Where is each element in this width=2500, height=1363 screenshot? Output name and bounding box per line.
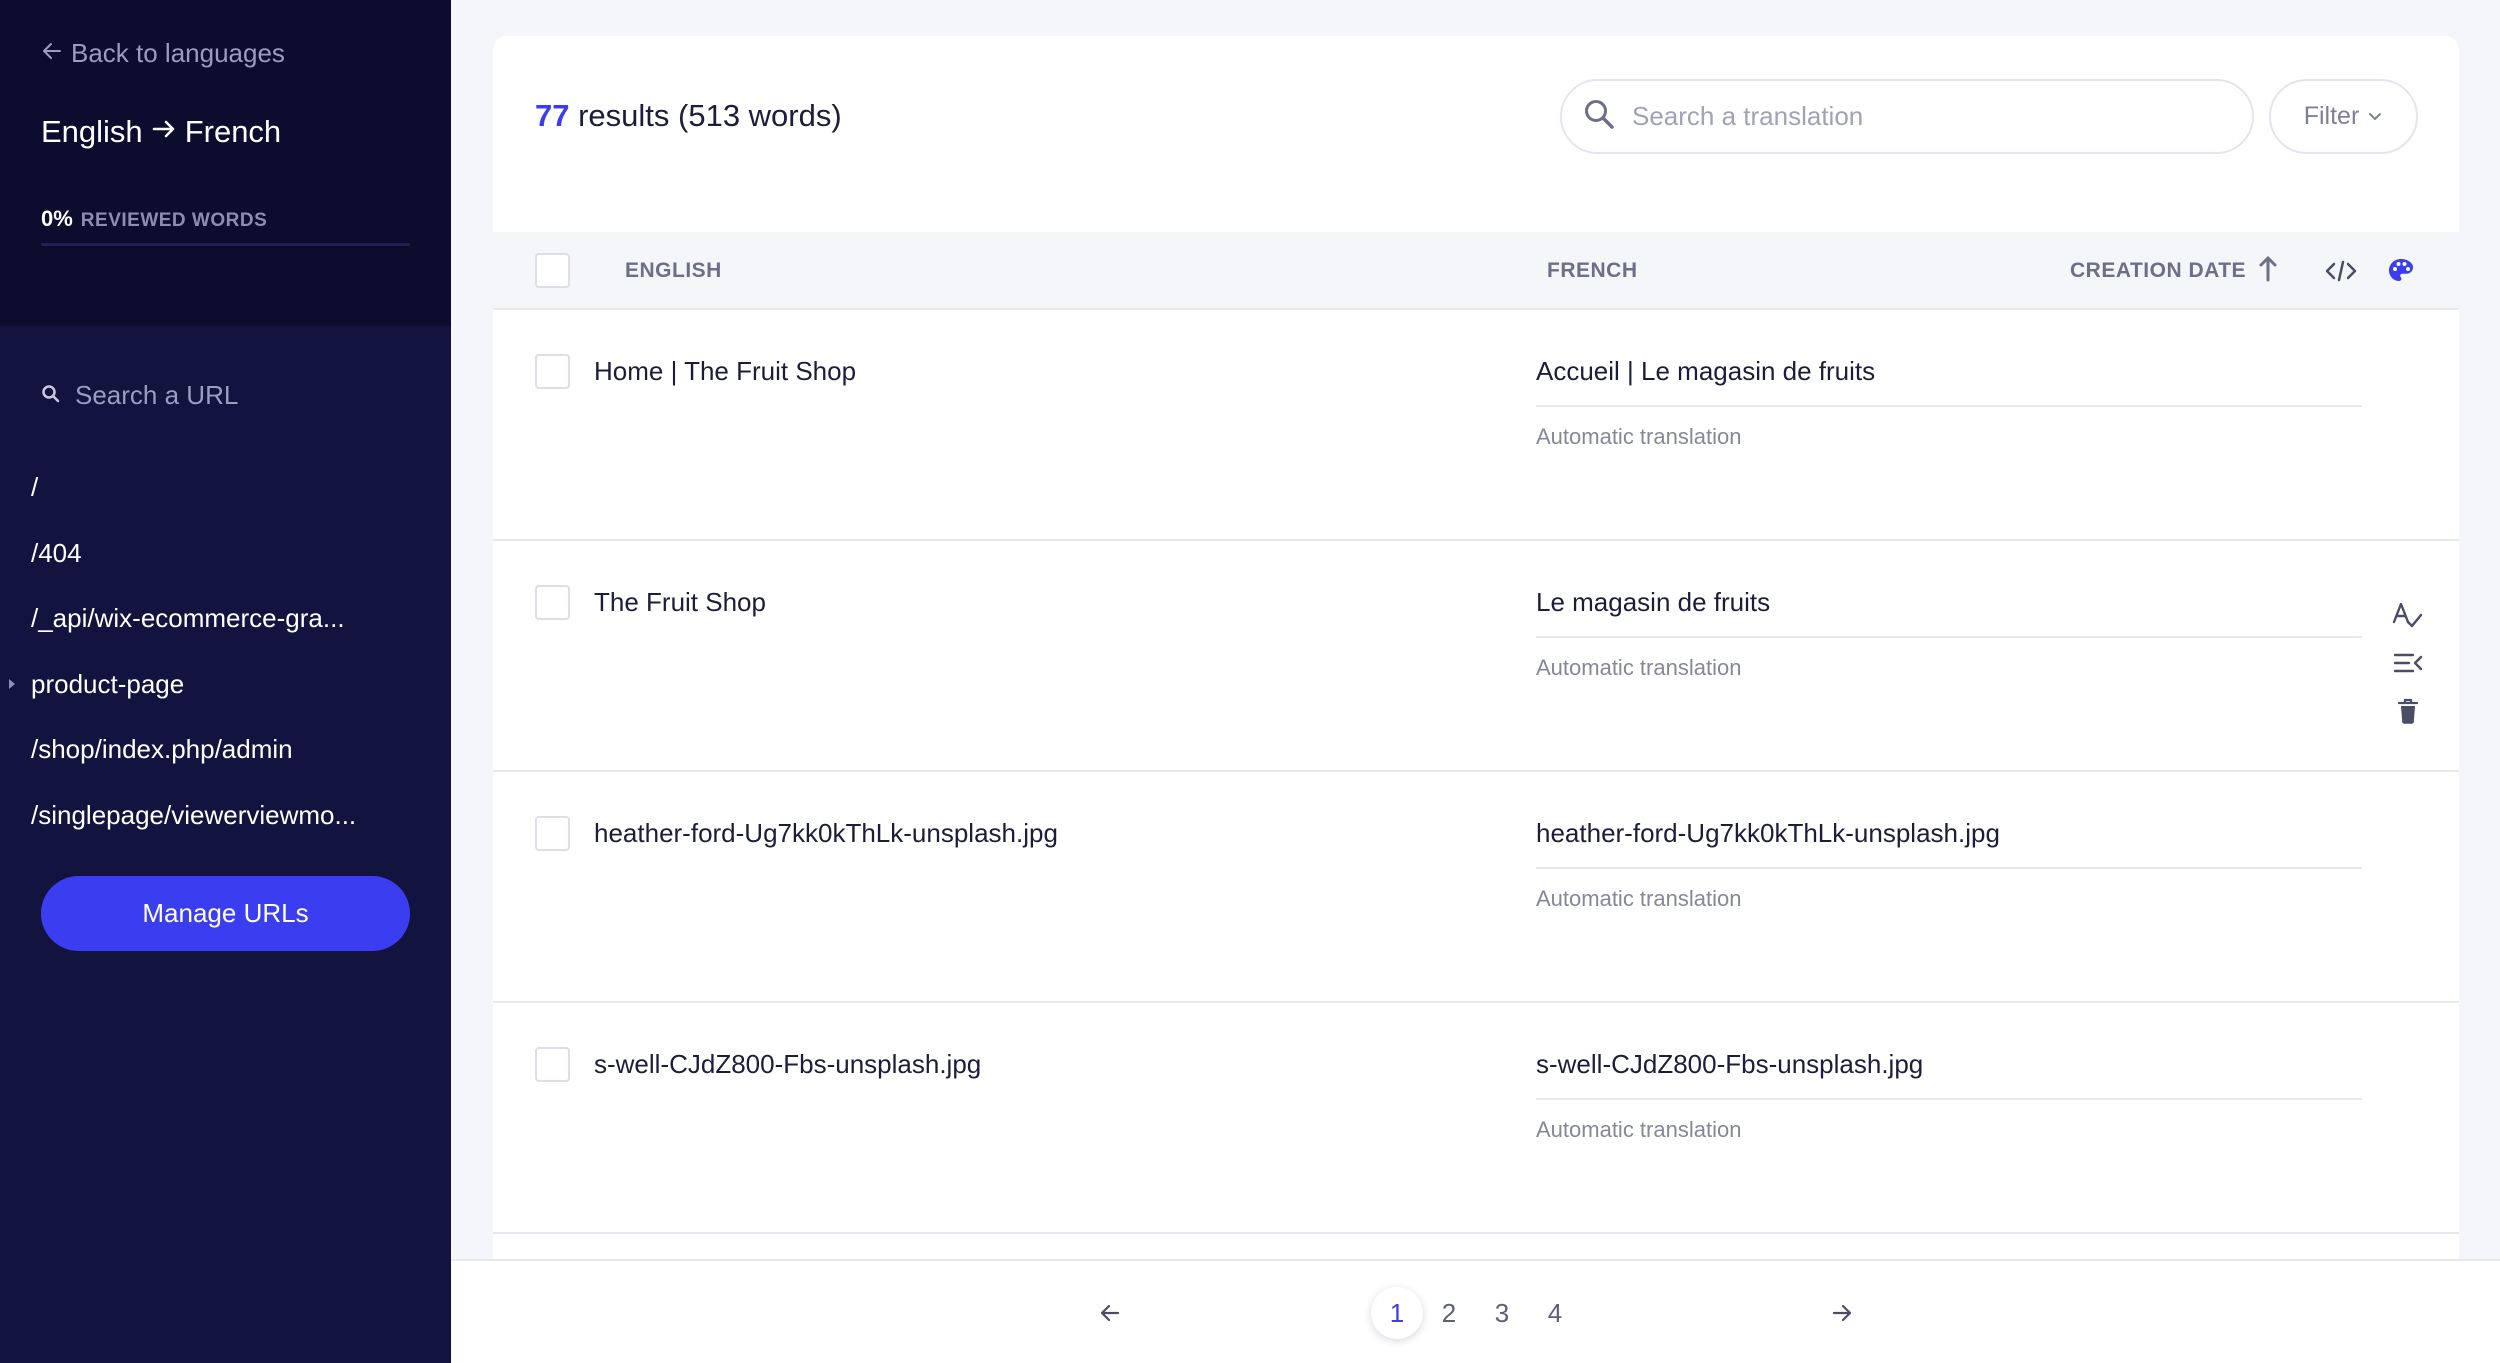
- source-text: heather-ford-Ug7kk0kThLk-unsplash.jpg: [594, 818, 1058, 848]
- caret-right-icon[interactable]: [9, 679, 15, 690]
- page-button-1[interactable]: 1: [1371, 1287, 1423, 1339]
- table-row: The Fruit Shop Le magasin de fruits Auto…: [493, 541, 2459, 772]
- translation-field[interactable]: Le magasin de fruits: [1536, 587, 2362, 638]
- url-label: /singlepage/viewerviewmo...: [31, 799, 357, 830]
- results-text: results (513 words): [569, 98, 842, 133]
- filter-button[interactable]: Filter: [2269, 79, 2418, 154]
- row-checkbox[interactable]: [535, 585, 570, 620]
- translation-field[interactable]: heather-ford-Ug7kk0kThLk-unsplash.jpg: [1536, 818, 2362, 869]
- chevron-down-icon: [2359, 102, 2383, 131]
- back-to-languages-label: Back to languages: [71, 38, 285, 68]
- url-search-label: Search a URL: [75, 380, 239, 410]
- reviewed-percentage: 0%: [41, 206, 73, 231]
- trash-icon[interactable]: [2388, 687, 2428, 735]
- translation-search[interactable]: [1560, 79, 2254, 154]
- table-row: s-well-CJdZ800-Fbs-unsplash.jpg s-well-C…: [493, 1003, 2459, 1234]
- reviewed-words-stat: 0% REVIEWED WORDS: [41, 206, 267, 232]
- row-checkbox[interactable]: [535, 1047, 570, 1082]
- url-item[interactable]: /: [0, 455, 451, 521]
- translation-status: Automatic translation: [1536, 424, 1742, 449]
- filter-label: Filter: [2303, 102, 2360, 130]
- url-label: /404: [31, 537, 82, 568]
- column-header-french: FRENCH: [1547, 259, 1638, 282]
- select-all-checkbox[interactable]: [535, 253, 570, 288]
- page-button-3[interactable]: 3: [1476, 1287, 1528, 1339]
- url-list: / /404 /_api/wix-ecommerce-gra... produc…: [0, 455, 451, 848]
- url-search[interactable]: Search a URL: [41, 380, 238, 411]
- row-checkbox[interactable]: [535, 354, 570, 389]
- url-label: /: [31, 472, 39, 503]
- spellcheck-icon[interactable]: [2388, 591, 2428, 639]
- reviewed-progress-bar: [41, 243, 410, 246]
- palette-icon[interactable]: [2383, 253, 2419, 289]
- url-label: product-page: [31, 668, 185, 699]
- translation-status: Automatic translation: [1536, 886, 1742, 911]
- source-text: The Fruit Shop: [594, 587, 766, 617]
- url-label: /shop/index.php/admin: [31, 734, 293, 765]
- target-language: French: [184, 114, 282, 149]
- url-label: /_api/wix-ecommerce-gra...: [31, 603, 345, 634]
- page-button-2[interactable]: 2: [1423, 1287, 1475, 1339]
- code-view-icon[interactable]: [2323, 253, 2359, 289]
- row-actions: [2388, 591, 2428, 735]
- language-header: Back to languages English French 0% REVI…: [0, 0, 451, 326]
- arrow-right-icon: [143, 114, 185, 150]
- source-text: s-well-CJdZ800-Fbs-unsplash.jpg: [594, 1049, 982, 1079]
- arrow-left-icon: [41, 38, 71, 69]
- source-language: English: [41, 114, 143, 149]
- url-item[interactable]: /singlepage/viewerviewmo...: [0, 783, 451, 849]
- sort-arrow-up-icon: [2246, 254, 2278, 288]
- source-text: Home | The Fruit Shop: [594, 356, 857, 386]
- search-icon: [41, 380, 75, 411]
- translation-status: Automatic translation: [1536, 1117, 1742, 1142]
- previous-page-arrow-icon[interactable]: [1092, 1295, 1128, 1331]
- translation-field[interactable]: s-well-CJdZ800-Fbs-unsplash.jpg: [1536, 1049, 2362, 1100]
- manage-urls-button[interactable]: Manage URLs: [41, 876, 410, 951]
- page-button-4[interactable]: 4: [1529, 1287, 1581, 1339]
- insert-source-icon[interactable]: [2388, 639, 2428, 687]
- url-item-expandable[interactable]: product-page: [0, 652, 451, 718]
- search-icon: [1582, 97, 1616, 136]
- results-count: 77: [535, 98, 570, 133]
- translation-field[interactable]: Accueil | Le magasin de fruits: [1536, 356, 2362, 407]
- table-row: heather-ford-Ug7kk0kThLk-unsplash.jpg he…: [493, 772, 2459, 1003]
- pagination: 1 2 3 4: [451, 1259, 2500, 1363]
- creation-date-label: CREATION DATE: [2070, 259, 2247, 282]
- results-summary: 77 results (513 words): [535, 98, 842, 134]
- url-item[interactable]: /_api/wix-ecommerce-gra...: [0, 586, 451, 652]
- table-header: ENGLISH FRENCH CREATION DATE: [493, 232, 2459, 310]
- url-item[interactable]: /404: [0, 521, 451, 587]
- translations-panel: 77 results (513 words) Filter ENGLISH FR…: [493, 36, 2459, 1363]
- back-to-languages-link[interactable]: Back to languages: [41, 38, 285, 69]
- row-checkbox[interactable]: [535, 816, 570, 851]
- url-item[interactable]: /shop/index.php/admin: [0, 717, 451, 783]
- reviewed-words-label: REVIEWED WORDS: [80, 210, 268, 231]
- column-header-creation-date[interactable]: CREATION DATE: [2070, 232, 2278, 310]
- language-pair-title: English French: [41, 114, 281, 150]
- next-page-arrow-icon[interactable]: [1824, 1295, 1860, 1331]
- translation-search-input[interactable]: [1632, 101, 2192, 132]
- table-row: Home | The Fruit Shop Accueil | Le magas…: [493, 310, 2459, 541]
- column-header-english: ENGLISH: [625, 259, 722, 282]
- sidebar: Back to languages English French 0% REVI…: [0, 0, 451, 1363]
- translation-status: Automatic translation: [1536, 655, 1742, 680]
